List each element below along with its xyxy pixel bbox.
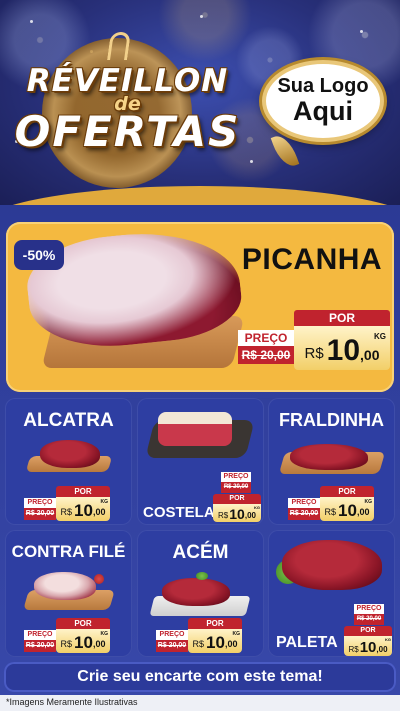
sparkle: [360, 30, 363, 33]
price-integer: 10: [206, 633, 225, 652]
new-price: R$ 10 ,00 KG: [294, 326, 390, 370]
unit-label: KG: [385, 637, 391, 642]
price-integer: 10: [359, 639, 377, 656]
por-label: POR: [294, 310, 390, 326]
preco-label: PREÇO: [24, 630, 56, 640]
por-label: POR: [188, 618, 242, 629]
por-label: POR: [56, 618, 110, 629]
old-price: R$ 20,00: [24, 508, 56, 520]
title-line-3: OFERTAS: [14, 107, 241, 156]
currency: R$: [304, 345, 324, 362]
price-integer: 10: [74, 633, 93, 652]
product-name: FRALDINHA: [279, 410, 384, 430]
fraldinha-image: [290, 444, 368, 470]
create-flyer-button[interactable]: Crie seu encarte com este tema!: [4, 662, 396, 692]
new-price: R$ 10 ,00 KG: [56, 497, 110, 521]
discount-badge: -50%: [14, 240, 64, 270]
preco-label: PREÇO: [24, 498, 56, 508]
old-price: R$ 20,00: [156, 640, 188, 652]
por-label: POR: [213, 494, 261, 504]
sparkle: [250, 160, 253, 163]
herb-image: [196, 572, 208, 580]
logo-placeholder: Sua Logo Aqui: [262, 60, 384, 142]
price-decimal: ,00: [92, 639, 106, 649]
price-integer: 10: [74, 501, 93, 520]
unit-label: KG: [100, 499, 109, 505]
price-integer: 10: [338, 501, 357, 520]
price-integer: 10: [326, 334, 361, 367]
alcatra-image: [40, 440, 100, 468]
por-label: POR: [56, 486, 110, 497]
preco-label: PREÇO: [156, 630, 188, 640]
costela-image: [158, 412, 232, 446]
new-price: R$ 10 ,00 KG: [344, 636, 392, 656]
promo-title: RÉVEILLON de OFERTAS: [10, 66, 245, 153]
currency: R$: [348, 645, 359, 654]
product-name: ALCATRA: [23, 410, 114, 431]
acem-image: [162, 578, 230, 606]
preco-label: PREÇO: [288, 498, 320, 508]
old-price: R$ 20,00: [288, 508, 320, 520]
price-decimal: ,00: [92, 507, 106, 517]
currency: R$: [324, 507, 337, 517]
unit-label: KG: [364, 499, 373, 505]
tomato-image: [94, 574, 104, 584]
unit-label: KG: [374, 332, 386, 341]
unit-label: KG: [254, 505, 260, 510]
new-price: R$ 10 ,00 KG: [320, 497, 374, 521]
price-decimal: ,00: [356, 507, 370, 517]
currency: R$: [192, 639, 205, 649]
paleta-image: [282, 540, 382, 590]
price-decimal: ,00: [376, 645, 388, 654]
contra-file-image: [34, 572, 96, 600]
currency: R$: [218, 511, 229, 520]
por-label: POR: [320, 486, 374, 497]
logo-text-1: Sua Logo: [277, 75, 369, 98]
new-price: R$ 10 ,00 KG: [56, 629, 110, 653]
preco-label: PREÇO: [238, 330, 294, 346]
price-integer: 10: [229, 506, 245, 522]
product-name: COSTELA: [143, 504, 215, 521]
price-decimal: ,00: [360, 347, 380, 363]
price-decimal: ,00: [224, 639, 238, 649]
unit-label: KG: [100, 631, 109, 637]
currency: R$: [60, 507, 73, 517]
header-banner: RÉVEILLON de OFERTAS Sua Logo Aqui: [0, 0, 400, 205]
por-label: POR: [344, 626, 392, 636]
disclaimer-text: *Imagens Meramente Ilustrativas: [6, 697, 138, 707]
old-price: R$ 20,00: [221, 482, 251, 493]
sparkle: [200, 15, 203, 18]
hero-product-name: PICANHA: [241, 243, 383, 276]
old-price: R$ 20,00: [238, 346, 294, 364]
price-decimal: ,00: [244, 511, 256, 520]
new-price: R$ 10 ,00 KG: [213, 504, 261, 522]
preco-label: PREÇO: [354, 604, 384, 614]
crown-icon: [107, 32, 131, 60]
old-price: R$ 20,00: [24, 640, 56, 652]
old-price: R$ 20,00: [354, 614, 384, 625]
new-price: R$ 10 ,00 KG: [188, 629, 242, 653]
product-name: ACÉM: [172, 542, 229, 563]
product-name: PALETA: [276, 634, 338, 651]
product-name: CONTRA FILÉ: [11, 542, 126, 561]
logo-text-2: Aqui: [293, 96, 353, 127]
preco-label: PREÇO: [221, 472, 251, 482]
unit-label: KG: [232, 631, 241, 637]
currency: R$: [60, 639, 73, 649]
sparkle: [30, 20, 33, 23]
